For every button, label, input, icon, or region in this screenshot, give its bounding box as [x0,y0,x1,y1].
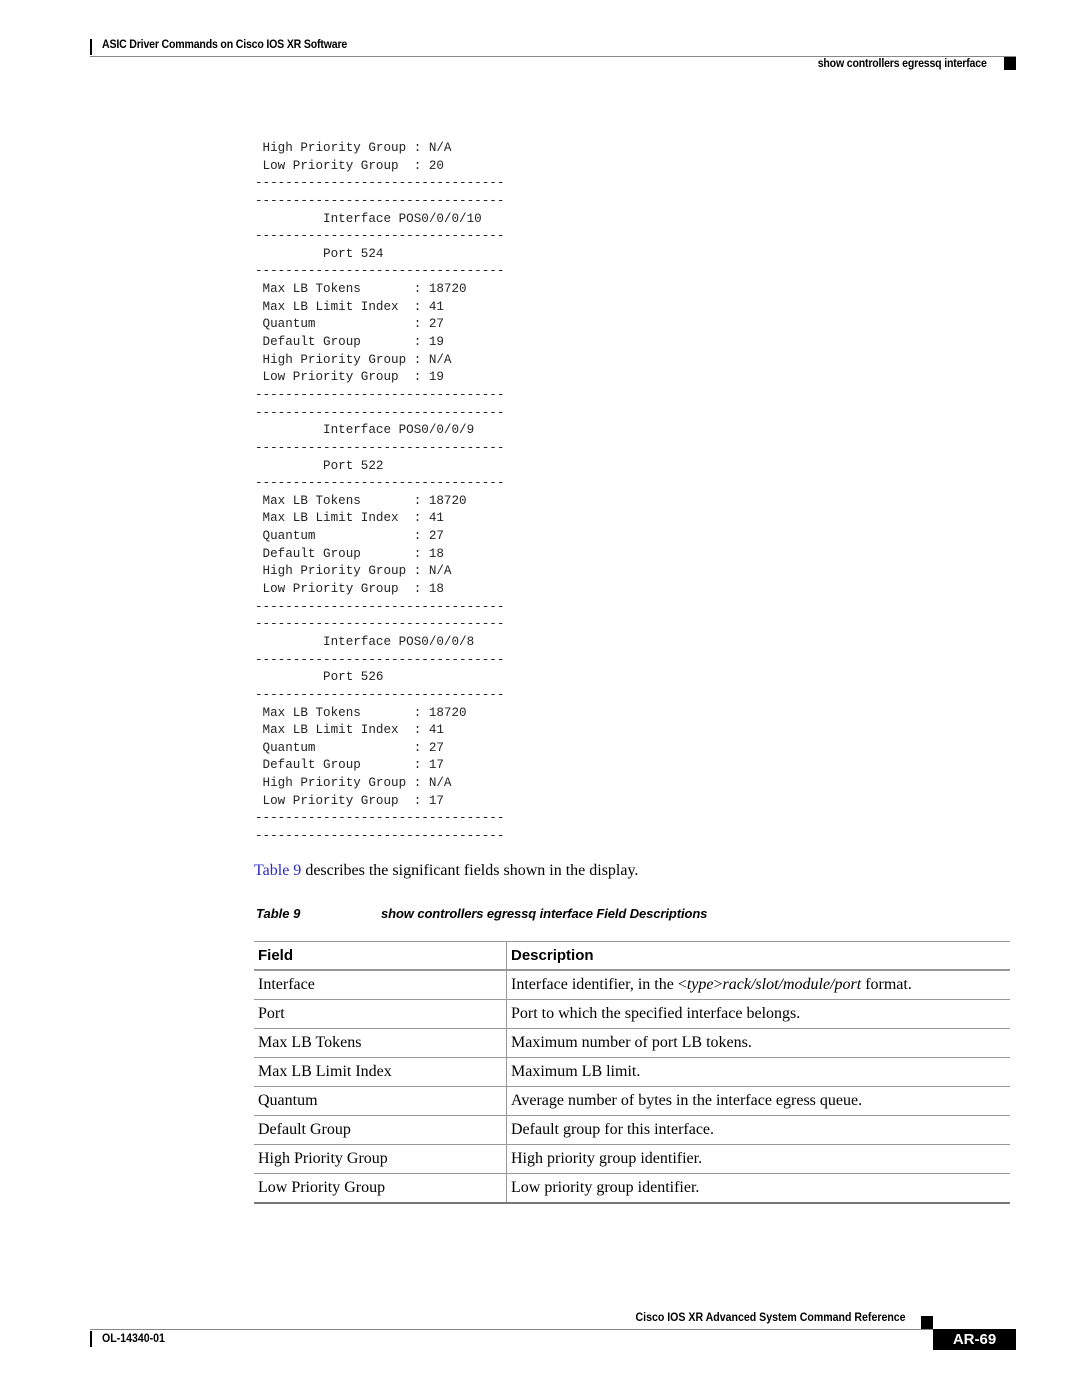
field-name-cell: Low Priority Group [254,1173,507,1204]
description-italic-term: type [686,976,714,993]
footer-square-marker [921,1316,933,1329]
table-row: Max LB Tokens Maximum number of port LB t… [254,1028,1010,1058]
field-description-cell: Port to which the specified interface be… [506,999,1010,1029]
paragraph-text: describes the significant fields shown i… [301,862,639,879]
footer-rule [90,1329,1016,1330]
cli-output-line: Quantum : 27 [255,740,444,755]
cli-output-line: Default Group : 17 [255,758,444,773]
cli-output-line: Max LB Tokens : 18720 [255,282,467,297]
header-left-bar [90,39,92,55]
cli-output-line: --------------------------------- [255,440,505,455]
cli-output-line: --------------------------------- [255,652,505,667]
footer-left-bar [90,1331,92,1347]
cli-output-line: --------------------------------- [255,387,505,402]
cli-output-line: Max LB Limit Index : 41 [255,723,444,738]
column-header-description: Description [506,941,1010,971]
cli-output-line: Max LB Tokens : 18720 [255,493,467,508]
cli-output-line: High Priority Group : N/A [255,352,452,367]
command-title: show controllers egressq interface [818,58,987,70]
document-number: OL-14340-01 [102,1333,165,1345]
description-italic-term: rack/slot/module/port [722,976,862,993]
field-description-cell: Maximum number of port LB tokens. [506,1028,1010,1058]
cli-output-line: Quantum : 27 [255,529,444,544]
description-text: Interface identifier, in the < [511,976,687,993]
table-row: Interface Interface identifier, in the <t… [254,970,1010,1000]
field-name-cell: Quantum [254,1086,507,1116]
cli-output-line: Default Group : 18 [255,546,444,561]
cli-output-line: Low Priority Group : 20 [255,158,444,173]
column-header-field: Field [254,941,507,971]
field-name-cell: Max LB Limit Index [254,1057,507,1087]
field-description-cell: Average number of bytes in the interface… [506,1086,1010,1116]
cli-output-line: Max LB Tokens : 18720 [255,705,467,720]
field-name-cell: Interface [254,970,507,1000]
cli-output-line: Quantum : 27 [255,317,444,332]
cli-output-line: Interface POS0/0/0/8 [255,634,475,649]
body-paragraph: Table 9 describes the significant fields… [254,862,638,880]
cli-output-line: --------------------------------- [255,193,505,208]
cli-output-line: Default Group : 19 [255,335,444,350]
cli-output-line: High Priority Group : N/A [255,564,452,579]
table-caption-number: Table 9 [256,906,301,921]
cli-output-line: --------------------------------- [255,229,505,244]
field-description-cell: Interface identifier, in the <type>rack/… [506,970,1010,1000]
cli-output-line: --------------------------------- [255,176,505,191]
description-text: format. [861,976,912,993]
cli-output-line: --------------------------------- [255,811,505,826]
table-row: Port Port to which the specified interfac… [254,999,1010,1029]
description-text: > [713,976,723,993]
field-descriptions-table: Field Description Interface Interface ide… [254,941,1010,1204]
cli-output-line: --------------------------------- [255,264,505,279]
page-number-badge: AR-69 [933,1329,1016,1350]
field-description-cell: Maximum LB limit. [506,1057,1010,1087]
cli-output-line: Max LB Limit Index : 41 [255,299,444,314]
cli-output-line: --------------------------------- [255,687,505,702]
field-description-cell: Low priority group identifier. [506,1173,1010,1204]
cli-output-line: --------------------------------- [255,828,505,843]
table-9-xref-link[interactable]: Table 9 [254,862,301,879]
header-square-marker [1004,57,1016,70]
cli-output-line: Low Priority Group : 18 [255,582,444,597]
cli-output-line: --------------------------------- [255,405,505,420]
cli-output-line: High Priority Group : N/A [255,776,452,791]
field-name-cell: Default Group [254,1115,507,1145]
cli-output-line: Interface POS0/0/0/9 [255,423,475,438]
cli-output-line: --------------------------------- [255,599,505,614]
cli-output-line: Port 526 [255,670,384,685]
field-name-cell: Port [254,999,507,1029]
cli-output-line: High Priority Group : N/A [255,141,452,155]
cli-output-line: Low Priority Group : 19 [255,370,444,385]
table-header-row: Field Description [254,941,1010,971]
cli-output-block: High Priority Group : N/A Low Priority G… [255,140,504,846]
field-description-cell: High priority group identifier. [506,1144,1010,1174]
table-row: Quantum Average number of bytes in the in… [254,1086,1010,1116]
cli-output-line: Port 524 [255,246,384,261]
cli-output-line: Interface POS0/0/0/10 [255,211,482,226]
header-rule [90,56,1016,57]
table-row: Low Priority Group Low priority group ide… [254,1173,1010,1204]
table-caption-title: show controllers egressq interface Field… [381,906,708,921]
field-name-cell: High Priority Group [254,1144,507,1174]
book-title: Cisco IOS XR Advanced System Command Ref… [635,1312,906,1324]
cli-output-line: --------------------------------- [255,617,505,632]
cli-output-line: Max LB Limit Index : 41 [255,511,444,526]
chapter-title: ASIC Driver Commands on Cisco IOS XR Sof… [102,39,348,51]
table-row: Default Group Default group for this inte… [254,1115,1010,1145]
cli-output-line: Low Priority Group : 17 [255,793,444,808]
field-name-cell: Max LB Tokens [254,1028,507,1058]
cli-output-line: --------------------------------- [255,476,505,491]
table-row: High Priority Group High priority group i… [254,1144,1010,1174]
table-row: Max LB Limit Index Maximum LB limit. [254,1057,1010,1087]
cli-output-line: Port 522 [255,458,384,473]
field-description-cell: Default group for this interface. [506,1115,1010,1145]
